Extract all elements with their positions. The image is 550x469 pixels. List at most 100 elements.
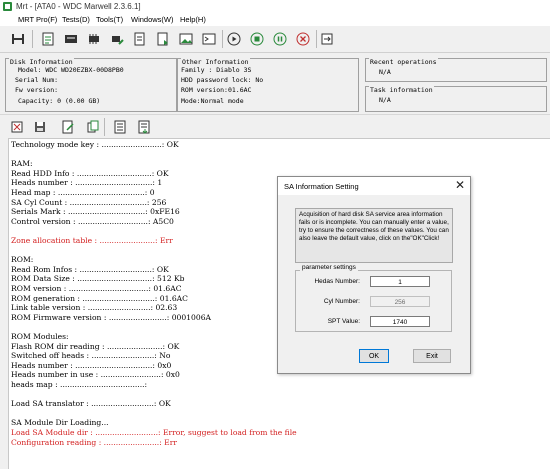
spt-value-label: SPT Value: <box>327 318 360 325</box>
chip-button[interactable] <box>85 30 103 48</box>
log-line: Heads number in use : ..................… <box>11 370 180 380</box>
copy-icon <box>87 120 99 133</box>
log-line: ROM version : ..........................… <box>11 284 182 293</box>
clear-log-button[interactable] <box>8 118 26 136</box>
stop-icon <box>250 32 264 46</box>
task-information-panel: Task information N/A <box>365 86 547 112</box>
image-icon <box>179 33 193 45</box>
other-info-header: Other Information <box>181 58 250 66</box>
menu-mrt-pro[interactable]: MRT Pro(F) <box>18 15 57 24</box>
recent-ops-header: Recent operations <box>369 58 438 66</box>
spt-value-input[interactable]: 1740 <box>370 316 430 327</box>
play-button[interactable] <box>225 30 243 48</box>
other-information-panel: Other Information Family : Diablo 3S HDD… <box>177 58 359 112</box>
cancel-button[interactable] <box>294 30 312 48</box>
log-line: RAM: <box>11 159 33 169</box>
log-line: Serials Mark : .........................… <box>11 207 180 217</box>
report-icon <box>42 32 54 46</box>
toolbar-separator <box>32 30 33 48</box>
image-button[interactable] <box>177 30 195 48</box>
log-line: Configuration reading : ................… <box>11 437 177 447</box>
disk-capacity: Capacity: 0 (0.00 GB) <box>18 97 101 105</box>
log-line: Read HDD Info : ........................… <box>11 168 169 178</box>
hdd-button[interactable] <box>62 30 80 48</box>
edit-log-button[interactable] <box>59 118 77 136</box>
heads-number-label: Hedas Number: <box>314 278 360 285</box>
mode-value: Mode:Normal mode <box>181 97 244 105</box>
stop-button[interactable] <box>248 30 266 48</box>
log-line: Switched off heads : ...................… <box>11 351 171 361</box>
document-icon <box>138 120 150 134</box>
log-line: Link table version : ...................… <box>11 303 178 313</box>
log-line: Technology mode key : ..................… <box>11 140 179 149</box>
recent-ops-value: N/A <box>379 68 391 76</box>
log-line: Heads number : .........................… <box>11 360 172 370</box>
log-line: Control version : ......................… <box>11 216 174 226</box>
terminal-icon <box>202 33 216 45</box>
chip-icon <box>89 34 99 44</box>
chip-edit-button[interactable] <box>108 30 126 48</box>
play-icon <box>227 32 241 46</box>
script-icon <box>157 32 168 46</box>
menu-tools[interactable]: Tools(T) <box>96 15 123 24</box>
dialog-title-bar: SA Information Setting ✕ <box>278 177 470 195</box>
log-line: ROM: <box>11 255 34 265</box>
task-info-header: Task information <box>369 86 434 94</box>
log-export-button[interactable] <box>135 118 153 136</box>
window-title: Mrt - [ATA0 - WDC Marwell 2.3.6.1] <box>16 2 141 11</box>
dialog-close-button[interactable]: ✕ <box>452 177 468 193</box>
connect-button[interactable] <box>9 30 27 48</box>
dialog-title: SA Information Setting <box>284 182 359 191</box>
terminal-button[interactable] <box>200 30 218 48</box>
recent-operations-panel: Recent operations N/A <box>365 58 547 82</box>
disk-information-panel: Disk Information Model: WDC WD20EZBX-00D… <box>5 58 177 112</box>
connect-icon <box>12 34 24 44</box>
save-log-button[interactable] <box>31 118 49 136</box>
document-icon <box>114 120 126 134</box>
script-button[interactable] <box>131 30 149 48</box>
task-info-value: N/A <box>379 96 391 104</box>
exit-icon <box>321 33 333 45</box>
ok-button[interactable]: OK <box>359 349 389 363</box>
disk-model: Model: WDC WD20EZBX-00D8PB0 <box>18 66 124 74</box>
sa-information-dialog: SA Information Setting ✕ Acquisition of … <box>277 176 471 374</box>
save-icon <box>35 122 45 132</box>
hdd-icon <box>65 35 77 43</box>
script-icon <box>134 32 145 46</box>
log-line: ROM Firmware version : .................… <box>11 312 212 322</box>
copy-log-button[interactable] <box>84 118 102 136</box>
toolbar-separator <box>104 118 105 136</box>
password-lock-value: HDD password lock: No <box>181 76 264 84</box>
clear-icon <box>11 121 23 133</box>
dialog-description: Acquisition of hard disk SA service area… <box>295 208 453 263</box>
main-toolbar <box>0 26 550 53</box>
exit-dialog-button[interactable]: Exit <box>413 349 451 363</box>
script-run-button[interactable] <box>154 30 172 48</box>
menu-help[interactable]: Help(H) <box>180 15 206 24</box>
disk-fw-version: Fw version: <box>15 86 59 94</box>
log-line: SA Cyl Count : .........................… <box>11 197 167 207</box>
menu-tests[interactable]: Tests(D) <box>62 15 90 24</box>
pause-icon <box>273 32 287 46</box>
cancel-icon <box>296 32 310 46</box>
log-line: Head map : .............................… <box>11 188 155 197</box>
cyl-number-label: Cyl Number: <box>323 298 360 305</box>
app-icon <box>3 2 12 11</box>
log-line: Zone allocation table : ................… <box>11 236 173 245</box>
menu-windows[interactable]: Windows(W) <box>131 15 174 24</box>
report-button[interactable] <box>39 30 57 48</box>
log-line: SA Module Dir Loading... <box>11 418 109 428</box>
exit-button[interactable] <box>318 30 336 48</box>
pause-button[interactable] <box>271 30 289 48</box>
edit-icon <box>62 120 74 134</box>
log-line: Load SA Module dir : ...................… <box>11 428 297 437</box>
rom-version-value: ROM version:01.6AC <box>181 86 252 94</box>
heads-number-input[interactable]: 1 <box>370 276 430 287</box>
parameter-settings-label: parameter settings <box>300 264 358 271</box>
log-line: ROM Modules: <box>11 332 69 341</box>
log-view-button[interactable] <box>111 118 129 136</box>
chip-icon <box>112 36 124 45</box>
log-line: Read Rom Infos : .......................… <box>11 264 169 274</box>
menu-bar: MRT Pro(F) Tests(D) Tools(T) Windows(W) … <box>0 14 550 26</box>
log-line: Flash ROM dir reading : ................… <box>11 341 180 351</box>
